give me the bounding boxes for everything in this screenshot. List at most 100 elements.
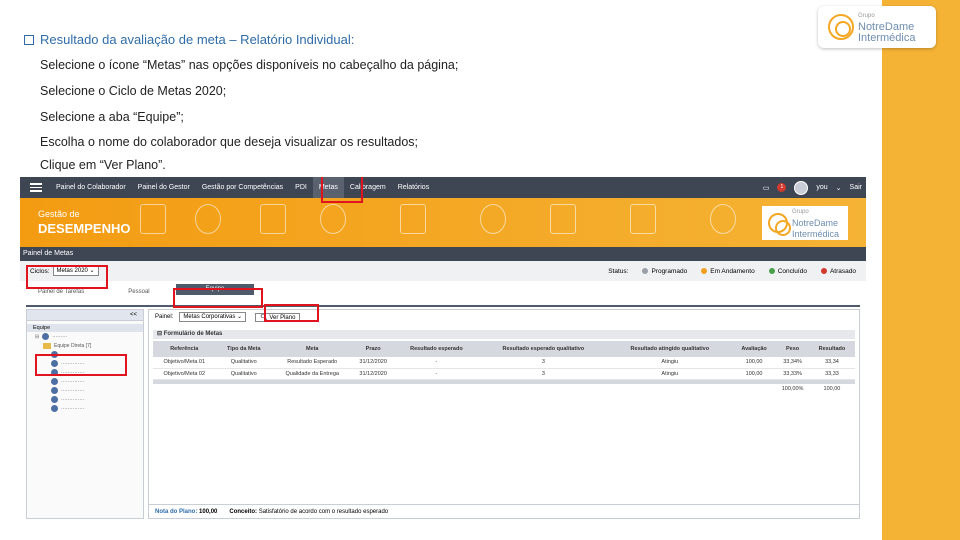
- nav-gestao-competencias[interactable]: Gestão por Competências: [196, 184, 289, 191]
- logout-link[interactable]: Sair: [850, 184, 862, 191]
- team-member[interactable]: ··············: [27, 386, 143, 395]
- plan-panel: Painel: Metas Corporativas ⌄ 🔍︎ Ver Plan…: [148, 309, 860, 519]
- team-subheader: Equipe: [27, 324, 143, 332]
- notification-badge[interactable]: 1: [777, 183, 787, 192]
- nota-plano: Nota do Plano: 100,00: [155, 508, 218, 515]
- highlight-ver-plano: [264, 304, 319, 322]
- highlight-ciclo: [26, 265, 108, 289]
- nav-painel-gestor[interactable]: Painel do Gestor: [132, 184, 196, 191]
- status-label: Status:: [608, 267, 629, 275]
- col-resultado-atingido-qual[interactable]: Resultado atingido qualitativo: [607, 341, 732, 357]
- ciclo-bar: Ciclos: Metas 2020 ⌄ Status: Programado …: [20, 261, 866, 281]
- slide: Grupo NotreDame Intermédica Resultado da…: [0, 0, 960, 540]
- user-name[interactable]: you: [816, 184, 827, 191]
- tab-pessoal[interactable]: Pessoal: [102, 289, 175, 295]
- tree-team[interactable]: Equipe Direta [7]: [27, 341, 143, 350]
- status-programado: Programado: [642, 268, 687, 275]
- status-dot-icon: [820, 267, 827, 274]
- person-icon: [51, 405, 58, 412]
- painel-title: Painel de Metas: [20, 247, 866, 261]
- nav-painel-colaborador[interactable]: Painel do Colaborador: [50, 184, 132, 191]
- avatar[interactable]: [794, 180, 809, 195]
- status-dot-icon: [642, 267, 649, 274]
- status-dot-icon: [701, 267, 708, 274]
- nav-pdi[interactable]: PDI: [289, 184, 313, 191]
- banner-logo-name1: NotreDame: [792, 217, 839, 228]
- total-peso: 100,00%: [781, 386, 804, 392]
- checkbox-bullet-icon: [24, 34, 34, 45]
- banner-logo-name2: Intermédica: [792, 228, 840, 239]
- team-member[interactable]: ··············: [27, 404, 143, 413]
- status-concluido: Concluído: [768, 267, 807, 275]
- tab-bar: Painel de Tarefas Pessoal Equipe: [20, 283, 866, 295]
- decor-icon: [400, 204, 426, 234]
- menu-icon[interactable]: [30, 181, 42, 194]
- painel-label: Painel:: [155, 314, 174, 320]
- logo-name1: NotreDame: [858, 20, 915, 33]
- page-title: Resultado da avaliação de meta – Relatór…: [24, 32, 354, 47]
- team-member[interactable]: ··············: [27, 377, 143, 386]
- expand-icon[interactable]: ⊟: [35, 334, 39, 340]
- painel-select[interactable]: Metas Corporativas ⌄: [179, 312, 247, 322]
- decor-icon: [195, 204, 221, 234]
- col-referencia[interactable]: Referência: [153, 341, 216, 357]
- plan-toolbar: Painel: Metas Corporativas ⌄ 🔍︎ Ver Plan…: [149, 310, 859, 324]
- step-4: Escolha o nome do colaborador que deseja…: [40, 135, 419, 149]
- person-icon: [51, 396, 58, 403]
- col-resultado-esperado[interactable]: Resultado esperado: [393, 341, 479, 357]
- decor-icon: [710, 204, 736, 234]
- form-title: ⊟ Formulário de Metas: [153, 330, 855, 339]
- manager-icon: [42, 333, 50, 340]
- app-screenshot: Painel do Colaborador Painel do Gestor G…: [20, 177, 866, 520]
- logo-icon: [828, 14, 854, 40]
- plan-footer: Nota do Plano: 100,00 Conceito: Satisfat…: [149, 504, 859, 518]
- step-5: Clique em “Ver Plano”.: [40, 158, 166, 172]
- decor-icon: [260, 204, 286, 234]
- col-peso[interactable]: Peso: [776, 341, 809, 357]
- col-avaliacao[interactable]: Avaliação: [731, 341, 777, 357]
- tree-root[interactable]: ⊟ ·········: [27, 332, 143, 341]
- totals-row: 100,00% 100,00: [153, 384, 855, 394]
- table-header-row: Referência Tipo da Meta Meta Prazo Resul…: [153, 341, 855, 357]
- col-resultado[interactable]: Resultado: [808, 341, 855, 357]
- chevron-down-icon[interactable]: ⌄: [836, 184, 842, 192]
- status-atrasado: Atrasado: [820, 267, 856, 275]
- top-navbar: Painel do Colaborador Painel do Gestor G…: [20, 177, 866, 198]
- logo-group: Grupo: [858, 12, 875, 19]
- nav-relatorios[interactable]: Relatórios: [392, 184, 436, 191]
- decor-icon: [630, 204, 656, 234]
- table-row[interactable]: Objetivo/Meta 02 Qualitativo Qualidade da …: [153, 368, 855, 380]
- folder-icon: [43, 342, 51, 349]
- logo-name2: Intermédica: [858, 31, 916, 44]
- side-accent-bar: [882, 0, 960, 540]
- content-area: << Equipe ⊟ ········· Equipe Direta [7] ·…: [26, 305, 860, 519]
- conceito: Conceito: Satisfatório de acordo com o r…: [229, 508, 389, 515]
- col-prazo[interactable]: Prazo: [352, 341, 394, 357]
- page-title-text: Resultado da avaliação de meta – Relatór…: [40, 32, 355, 47]
- chat-icon[interactable]: ▭: [763, 184, 770, 192]
- highlight-equipe: [173, 288, 263, 308]
- decor-icon: [480, 204, 506, 234]
- col-tipo[interactable]: Tipo da Meta: [215, 341, 272, 357]
- table-row[interactable]: Objetivo/Meta 01 Qualitativo Resultado Esp…: [153, 357, 855, 369]
- banner-line2: DESEMPENHO: [38, 221, 131, 236]
- person-icon: [51, 387, 58, 394]
- company-logo: Grupo NotreDame Intermédica: [818, 6, 936, 48]
- highlight-metas: [321, 177, 363, 203]
- status-legend: Status: Programado Em Andamento Concluíd…: [608, 261, 856, 281]
- step-1: Selecione o ícone “Metas” nas opções dis…: [40, 58, 459, 72]
- collapse-button[interactable]: <<: [27, 310, 143, 321]
- tab-painel-tarefas[interactable]: Painel de Tarefas: [20, 289, 102, 295]
- team-panel: << Equipe ⊟ ········· Equipe Direta [7] ·…: [26, 309, 144, 519]
- banner-logo: Grupo NotreDame Intermédica: [762, 206, 848, 240]
- decor-icon: [550, 204, 576, 234]
- col-resultado-esperado-qual[interactable]: Resultado esperado qualitativo: [478, 341, 608, 357]
- step-3: Selecione a aba “Equipe”;: [40, 110, 184, 124]
- total-resultado: 100,00: [823, 386, 841, 392]
- decor-icon: [140, 204, 166, 234]
- banner-line1: Gestão de: [38, 209, 80, 219]
- col-meta[interactable]: Meta: [271, 341, 353, 357]
- team-member[interactable]: ··············: [27, 395, 143, 404]
- status-dot-icon: [768, 267, 775, 274]
- logo-icon: [768, 213, 791, 236]
